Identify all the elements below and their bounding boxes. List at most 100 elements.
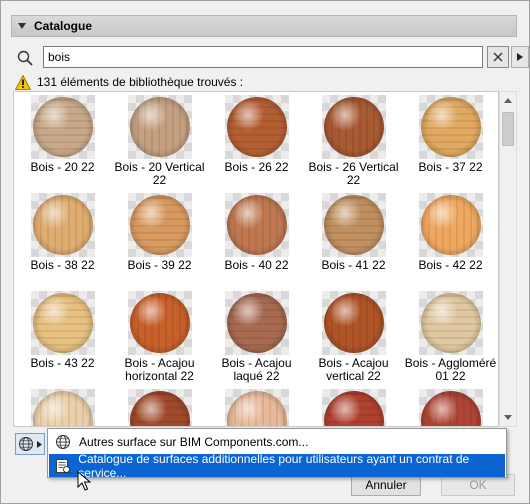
surface-thumbnail: [224, 95, 289, 159]
surface-item-label: Bois - 39 22: [127, 258, 192, 272]
material-sphere: [32, 293, 93, 353]
catalogue-dialog: Catalogue 131 éléments de bib: [0, 0, 530, 504]
surface-item[interactable]: [305, 386, 402, 426]
surface-item[interactable]: Bois - 20 22: [14, 92, 111, 190]
mouse-cursor-icon: [77, 471, 91, 491]
material-sphere: [420, 293, 481, 353]
surface-item[interactable]: [111, 386, 208, 426]
menu-item-label: Autres surface sur BIM Components.com...: [79, 434, 309, 449]
material-sphere: [129, 391, 190, 426]
section-title: Catalogue: [34, 19, 93, 33]
surface-thumbnail: [127, 291, 192, 355]
material-sphere: [323, 97, 384, 157]
surface-item[interactable]: Bois - Acajou horizontal 22: [111, 288, 208, 386]
material-sphere: [32, 97, 93, 157]
chevron-right-icon: [517, 53, 523, 61]
surface-item-label: Bois - 42 22: [418, 258, 483, 272]
material-sphere: [226, 391, 287, 426]
surface-item-label: Bois - 43 22: [30, 356, 95, 370]
search-icon: [17, 50, 33, 66]
surface-item-label: Bois - 37 22: [418, 160, 483, 174]
surface-thumbnail: [418, 389, 483, 426]
surface-item-label: Bois - 20 Vertical 22: [114, 160, 205, 187]
chevron-up-icon: [504, 98, 512, 103]
surface-item[interactable]: Bois - 37 22: [402, 92, 498, 190]
surface-item-label: Bois - 26 22: [224, 160, 289, 174]
surface-thumbnail: [418, 193, 483, 257]
material-sphere: [323, 293, 384, 353]
online-catalogue-button[interactable]: [15, 433, 45, 455]
surface-item[interactable]: Bois - Acajou vertical 22: [305, 288, 402, 386]
surface-grid: Bois - 20 22 Bois - 20 Vertical 22 Bois - …: [13, 91, 499, 427]
surface-thumbnail: [321, 389, 386, 426]
surface-thumbnail: [127, 389, 192, 426]
surface-thumbnail: [127, 193, 192, 257]
surface-thumbnail: [127, 95, 192, 159]
chevron-down-icon: [504, 415, 512, 420]
surface-item[interactable]: Bois - 39 22: [111, 190, 208, 288]
surface-item[interactable]: Bois - 43 22: [14, 288, 111, 386]
material-sphere: [323, 391, 384, 426]
catalogue-popup-menu: Autres surface sur BIM Components.com...…: [47, 428, 507, 480]
close-icon: [493, 52, 503, 62]
surface-thumbnail: [321, 193, 386, 257]
globe-icon: [53, 432, 73, 452]
scrollbar-thumb[interactable]: [502, 112, 514, 146]
globe-icon: [19, 437, 33, 451]
collapse-triangle-icon[interactable]: [18, 23, 26, 29]
surface-thumbnail: [224, 193, 289, 257]
material-sphere: [420, 391, 481, 426]
scroll-up-button[interactable]: [500, 92, 516, 109]
surface-thumbnail: [418, 291, 483, 355]
surface-item[interactable]: Bois - 26 22: [208, 92, 305, 190]
surface-item-label: Bois - 26 Vertical 22: [308, 160, 399, 187]
catalogue-icon: [53, 456, 72, 476]
surface-item-label: Bois - 40 22: [224, 258, 289, 272]
surface-thumbnail: [30, 95, 95, 159]
menu-item-service-catalogue[interactable]: Catalogue de surfaces additionnelles pou…: [49, 452, 505, 480]
surface-item[interactable]: Bois - Acajou laqué 22: [208, 288, 305, 386]
surface-item-label: Bois - 38 22: [30, 258, 95, 272]
surface-thumbnail: [30, 389, 95, 426]
surface-item-label: Bois - Acajou laqué 22: [221, 356, 292, 383]
surface-thumbnail: [418, 95, 483, 159]
surface-thumbnail: [30, 291, 95, 355]
surface-item[interactable]: [208, 386, 305, 426]
surface-item[interactable]: Bois - Aggloméré 01 22: [402, 288, 498, 386]
surface-thumbnail: [30, 193, 95, 257]
scroll-down-button[interactable]: [500, 409, 516, 426]
catalogue-section-header[interactable]: Catalogue: [11, 15, 517, 37]
search-row: [13, 46, 529, 70]
menu-item-bim-components[interactable]: Autres surface sur BIM Components.com...: [49, 430, 505, 453]
material-sphere: [226, 195, 287, 255]
material-sphere: [420, 195, 481, 255]
chevron-right-icon: [37, 440, 42, 448]
surface-item-label: Bois - Acajou vertical 22: [318, 356, 389, 383]
material-sphere: [420, 97, 481, 157]
surface-item[interactable]: Bois - 38 22: [14, 190, 111, 288]
surface-item[interactable]: Bois - 42 22: [402, 190, 498, 288]
surface-item[interactable]: Bois - 20 Vertical 22: [111, 92, 208, 190]
material-sphere: [129, 195, 190, 255]
surface-item-label: Bois - Aggloméré 01 22: [404, 356, 497, 383]
clear-search-button[interactable]: [487, 46, 509, 68]
results-summary: 131 éléments de bibliothèque trouvés :: [15, 73, 243, 91]
search-input[interactable]: [43, 46, 483, 68]
material-sphere: [129, 293, 190, 353]
material-sphere: [226, 293, 287, 353]
warning-icon: [15, 74, 31, 90]
surface-item[interactable]: [14, 386, 111, 426]
vertical-scrollbar[interactable]: [499, 91, 517, 427]
material-sphere: [32, 195, 93, 255]
material-sphere: [323, 195, 384, 255]
search-options-button[interactable]: [511, 46, 529, 68]
surface-item[interactable]: [402, 386, 498, 426]
results-count-text: 131 éléments de bibliothèque trouvés :: [37, 75, 244, 89]
surface-item[interactable]: Bois - 40 22: [208, 190, 305, 288]
surface-item-label: Bois - 41 22: [321, 258, 386, 272]
material-sphere: [129, 97, 190, 157]
surface-item[interactable]: Bois - 26 Vertical 22: [305, 92, 402, 190]
surface-thumbnail: [321, 95, 386, 159]
surface-item[interactable]: Bois - 41 22: [305, 190, 402, 288]
surface-thumbnail: [321, 291, 386, 355]
